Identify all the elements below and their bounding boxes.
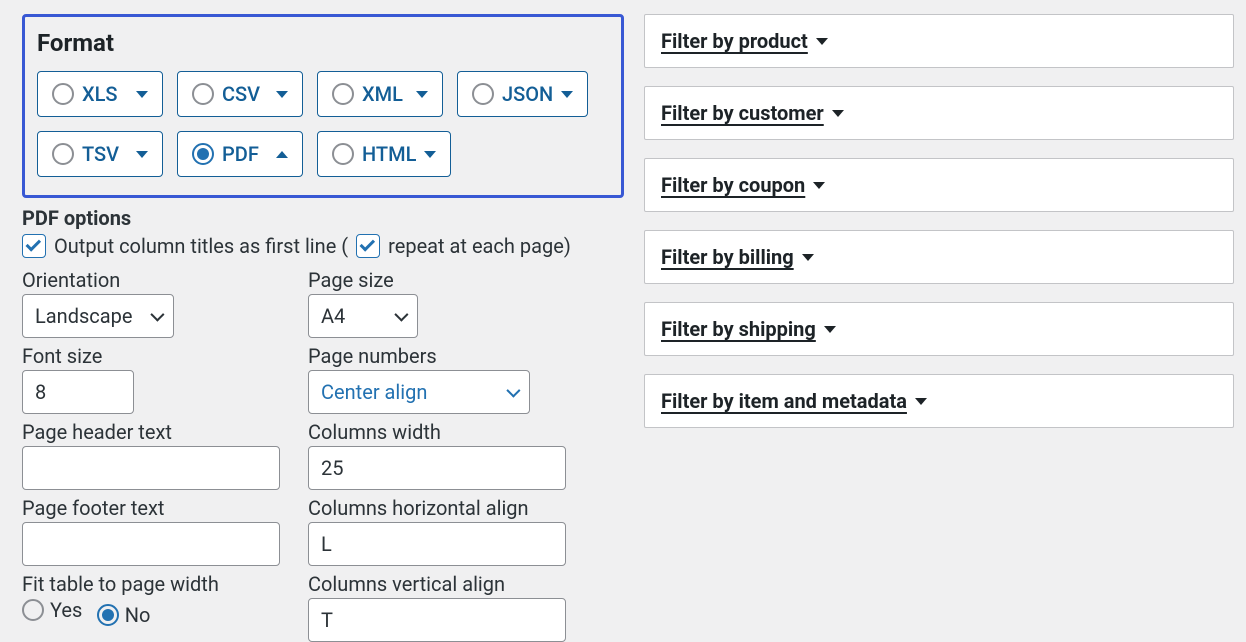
columns-halign-input[interactable]: L [308, 522, 566, 566]
format-option-label: XML [362, 82, 408, 106]
format-option-json[interactable]: JSON [457, 71, 588, 117]
page-numbers-value: Center align [321, 380, 497, 404]
format-option-label: PDF [222, 142, 268, 166]
format-option-label: JSON [502, 82, 553, 106]
output-titles-checkbox[interactable] [22, 234, 46, 258]
filter-postbox-customer: Filter by customer [644, 86, 1234, 140]
font-size-label: Font size [22, 344, 302, 368]
filter-toggle-product[interactable]: Filter by product [645, 15, 1233, 67]
caret-down-icon [276, 91, 288, 98]
columns-valign-label: Columns vertical align [308, 572, 620, 596]
format-option-label: XLS [82, 82, 128, 106]
radio-icon [332, 83, 354, 105]
format-heading: Format [37, 29, 609, 57]
format-option-html[interactable]: HTML [317, 131, 451, 177]
fit-table-no-label: No [125, 603, 151, 627]
columns-halign-label: Columns horizontal align [308, 496, 620, 520]
output-titles-label: Output column titles as first line ( [54, 234, 348, 258]
fit-table-yes-radio[interactable] [22, 599, 44, 621]
repeat-label: repeat at each page) [388, 234, 571, 258]
columns-width-label: Columns width [308, 420, 620, 444]
format-option-xml[interactable]: XML [317, 71, 443, 117]
caret-down-icon [424, 151, 436, 158]
caret-down-icon [136, 91, 148, 98]
caret-down-icon [824, 326, 836, 333]
filter-title: Filter by product [661, 29, 808, 53]
format-option-tsv[interactable]: TSV [37, 131, 163, 177]
caret-down-icon [416, 91, 428, 98]
fit-table-no-radio[interactable] [97, 604, 119, 626]
radio-icon [192, 83, 214, 105]
filter-postbox-coupon: Filter by coupon [644, 158, 1234, 212]
orientation-label: Orientation [22, 268, 302, 292]
font-size-input[interactable]: 8 [22, 370, 134, 414]
fit-table-label: Fit table to page width [22, 572, 302, 596]
page-size-value: A4 [321, 304, 385, 328]
caret-down-icon [915, 398, 927, 405]
filter-toggle-shipping[interactable]: Filter by shipping [645, 303, 1233, 355]
radio-icon [52, 83, 74, 105]
format-option-label: TSV [82, 142, 128, 166]
chevron-down-icon [394, 308, 408, 322]
page-header-label: Page header text [22, 420, 302, 444]
filter-postbox-billing: Filter by billing [644, 230, 1234, 284]
radio-icon [52, 143, 74, 165]
page-footer-label: Page footer text [22, 496, 302, 520]
filter-title: Filter by billing [661, 245, 794, 269]
page-size-label: Page size [308, 268, 620, 292]
filter-toggle-itemmeta[interactable]: Filter by item and metadata [645, 375, 1233, 427]
filter-title: Filter by customer [661, 101, 824, 125]
page-header-input[interactable] [22, 446, 280, 490]
page-footer-input[interactable] [22, 522, 280, 566]
page-numbers-select[interactable]: Center align [308, 370, 530, 414]
caret-down-icon [136, 151, 148, 158]
filter-postbox-shipping: Filter by shipping [644, 302, 1234, 356]
format-panel: Format XLS CSV XML JSON [22, 14, 624, 198]
radio-icon [472, 83, 494, 105]
radio-icon [192, 143, 214, 165]
orientation-value: Landscape [35, 304, 141, 328]
page-size-select[interactable]: A4 [308, 294, 418, 338]
filter-toggle-billing[interactable]: Filter by billing [645, 231, 1233, 283]
fit-table-yes-label: Yes [50, 598, 82, 622]
caret-down-icon [813, 182, 825, 189]
filter-postbox-itemmeta: Filter by item and metadata [644, 374, 1234, 428]
caret-down-icon [816, 38, 828, 45]
columns-width-input[interactable]: 25 [308, 446, 566, 490]
repeat-checkbox[interactable] [356, 234, 380, 258]
filter-title: Filter by coupon [661, 173, 805, 197]
pdf-options-section: PDF options Output column titles as firs… [22, 206, 624, 642]
filter-title: Filter by shipping [661, 317, 816, 341]
format-option-xls[interactable]: XLS [37, 71, 163, 117]
page-numbers-label: Page numbers [308, 344, 620, 368]
pdf-options-heading: PDF options [22, 206, 620, 230]
format-option-label: HTML [362, 142, 416, 166]
orientation-select[interactable]: Landscape [22, 294, 174, 338]
caret-down-icon [832, 110, 844, 117]
chevron-down-icon [506, 384, 520, 398]
columns-valign-input[interactable]: T [308, 598, 566, 642]
format-option-label: CSV [222, 82, 268, 106]
radio-icon [332, 143, 354, 165]
filter-postbox-product: Filter by product [644, 14, 1234, 68]
format-option-csv[interactable]: CSV [177, 71, 303, 117]
chevron-down-icon [150, 308, 164, 322]
caret-down-icon [802, 254, 814, 261]
filter-toggle-customer[interactable]: Filter by customer [645, 87, 1233, 139]
filter-title: Filter by item and metadata [661, 389, 907, 413]
filter-toggle-coupon[interactable]: Filter by coupon [645, 159, 1233, 211]
caret-down-icon [561, 91, 573, 98]
caret-up-icon [276, 151, 288, 158]
format-option-pdf[interactable]: PDF [177, 131, 303, 177]
